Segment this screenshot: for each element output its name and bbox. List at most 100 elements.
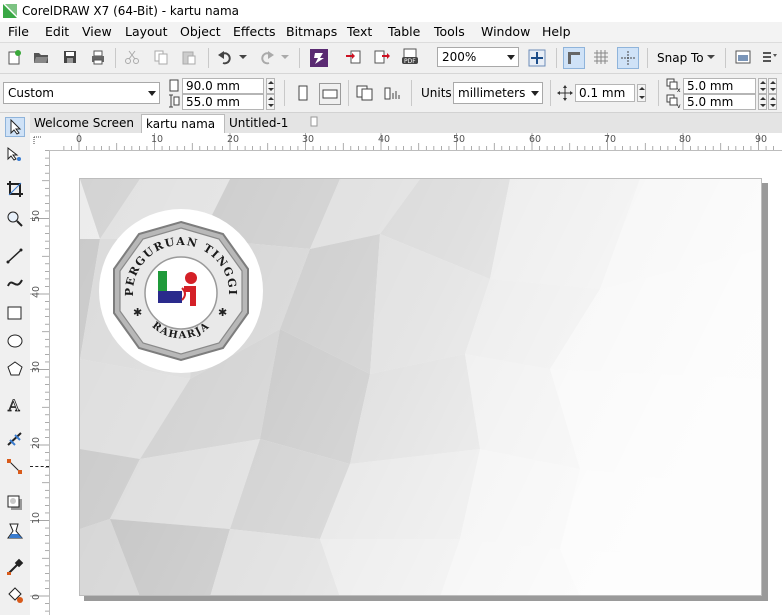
ellipse-tool-icon[interactable] [5,331,25,351]
open-icon[interactable] [32,48,50,66]
tab-untitled-1[interactable]: Untitled-1 [225,114,307,133]
ruler-label: 40 [378,134,391,145]
nudge-distance-spinner[interactable] [637,84,646,102]
toolbox: A [0,113,31,615]
duplicate-distance-x-spinner[interactable] [758,78,767,94]
zoom-level-value: 200% [442,50,477,64]
transparency-tool-icon[interactable] [5,521,25,541]
parallel-dimension-tool-icon[interactable] [5,429,25,449]
search-content-icon[interactable] [309,48,329,68]
svg-text:✱: ✱ [133,306,142,319]
vertical-ruler[interactable]: 50 40 30 20 10 0 [30,150,50,615]
toolbar-separator [556,48,557,68]
zoom-to-page-icon[interactable] [527,48,547,68]
menu-object[interactable]: Object [180,24,221,39]
units-combo[interactable]: millimeters [453,82,543,104]
page-width-spinner[interactable] [266,78,275,94]
interactive-fill-tool-icon[interactable] [5,585,25,605]
save-icon[interactable] [61,48,79,66]
menu-text[interactable]: Text [347,24,372,39]
pick-tool-icon[interactable] [5,117,25,137]
snap-to-dropdown-icon[interactable] [706,51,716,63]
drop-shadow-tool-icon[interactable] [5,493,25,513]
property-bar: Custom 90.0 mm 55.0 mm Units: millimeter… [0,74,782,113]
perguruan-tinggi-raharja-logo[interactable]: PERGURUAN TINGGI RAHARJA ✱ ✱ [96,206,266,376]
duplicate-distance-y-value: 5.0 mm [687,95,734,109]
zoom-level-combo[interactable]: 200% [437,47,519,67]
zoom-tool-icon[interactable] [5,209,25,229]
svg-text:y: y [677,103,681,108]
business-card-page[interactable]: PERGURUAN TINGGI RAHARJA ✱ ✱ [79,178,762,596]
toolbar-separator [115,48,116,68]
connector-tool-icon[interactable] [5,457,25,477]
toolbar-separator [550,80,551,106]
show-grid-icon[interactable] [592,48,610,66]
import-icon[interactable] [345,48,363,66]
menu-layout[interactable]: Layout [125,24,168,39]
page-height-field[interactable]: 55.0 mm [182,94,264,110]
svg-text:x: x [677,87,681,92]
menu-tools[interactable]: Tools [434,24,465,39]
duplicate-distance-y-field[interactable]: 5.0 mm [683,94,756,110]
rectangle-tool-icon[interactable] [5,303,25,323]
chevron-down-icon [531,91,539,96]
shape-tool-icon[interactable] [5,145,25,165]
redo-dropdown-icon[interactable] [280,51,290,63]
polygon-tool-icon[interactable] [5,359,25,379]
menu-table[interactable]: Table [388,24,420,39]
toolbar-separator [284,80,285,106]
current-page-icon[interactable] [384,84,402,102]
page-height-spinner[interactable] [266,94,275,110]
menu-window[interactable]: Window [481,24,530,39]
portrait-orientation-icon[interactable] [294,84,312,102]
print-icon[interactable] [89,48,107,66]
publish-pdf-icon[interactable]: PDF [401,48,421,66]
cut-icon[interactable] [123,48,141,66]
menu-view[interactable]: View [82,24,112,39]
options-icon[interactable] [734,48,752,66]
snap-to-button[interactable]: Snap To [657,51,704,65]
tab-welcome-screen[interactable]: Welcome Screen [30,114,142,133]
show-rulers-icon[interactable] [563,47,585,69]
new-tab-button[interactable] [306,114,320,133]
crop-tool-icon[interactable] [5,179,25,199]
freehand-tool-icon[interactable] [5,246,25,266]
property-bar-overflow-spinner[interactable] [768,78,777,94]
eyedropper-tool-icon[interactable] [5,557,25,577]
menu-help[interactable]: Help [542,24,571,39]
text-tool-icon[interactable]: A [5,395,25,415]
nudge-distance-field[interactable]: 0.1 mm [575,84,635,102]
menu-edit[interactable]: Edit [45,24,69,39]
tab-kartu-nama[interactable]: kartu nama [141,114,225,133]
application-launcher-icon[interactable] [760,48,778,66]
horizontal-ruler[interactable]: 0 10 20 30 40 50 60 70 80 90 [49,133,782,151]
duplicate-distance-x-field[interactable]: 5.0 mm [683,78,756,94]
all-pages-icon[interactable] [356,84,374,102]
undo-dropdown-icon[interactable] [238,51,248,63]
paste-icon[interactable] [180,48,198,66]
coreldraw-app-icon [3,4,17,18]
export-icon[interactable] [373,48,391,66]
artistic-media-tool-icon[interactable] [5,273,25,293]
svg-text:PDF: PDF [404,58,416,65]
ruler-label: 40 [31,285,42,298]
undo-icon[interactable] [216,48,234,66]
menu-bitmaps[interactable]: Bitmaps [286,24,337,39]
property-bar-overflow-spinner-2[interactable] [768,94,777,110]
ruler-origin[interactable] [30,133,50,151]
copy-icon[interactable] [152,48,170,66]
page-preset-combo[interactable]: Custom [3,82,160,104]
menu-effects[interactable]: Effects [233,24,276,39]
new-document-icon[interactable] [5,48,23,66]
ruler-label: 10 [151,134,164,145]
show-guidelines-icon[interactable] [617,47,639,69]
chevron-down-icon [507,55,515,60]
menu-file[interactable]: File [8,24,29,39]
page-width-field[interactable]: 90.0 mm [182,78,264,94]
ruler-label: 70 [604,134,617,145]
toolbar-separator [658,80,659,106]
duplicate-distance-y-spinner[interactable] [758,94,767,110]
redo-icon[interactable] [258,48,276,66]
window-title: CorelDRAW X7 (64-Bit) - kartu nama [22,4,240,18]
landscape-orientation-icon[interactable] [319,83,341,105]
